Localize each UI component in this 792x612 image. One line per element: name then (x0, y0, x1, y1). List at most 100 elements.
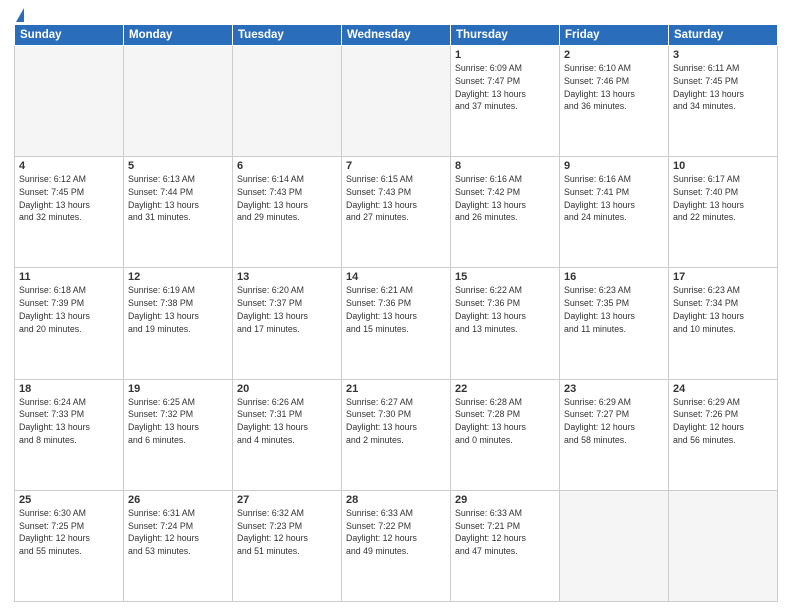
day-number: 13 (237, 271, 337, 283)
calendar-cell (560, 490, 669, 601)
day-info: Sunrise: 6:16 AMSunset: 7:41 PMDaylight:… (564, 173, 664, 224)
calendar-header-saturday: Saturday (669, 25, 778, 46)
day-number: 11 (19, 271, 119, 283)
day-info: Sunrise: 6:17 AMSunset: 7:40 PMDaylight:… (673, 173, 773, 224)
day-info: Sunrise: 6:10 AMSunset: 7:46 PMDaylight:… (564, 62, 664, 113)
calendar-header-sunday: Sunday (15, 25, 124, 46)
day-info: Sunrise: 6:22 AMSunset: 7:36 PMDaylight:… (455, 284, 555, 335)
calendar-table: SundayMondayTuesdayWednesdayThursdayFrid… (14, 24, 778, 602)
calendar-cell: 2Sunrise: 6:10 AMSunset: 7:46 PMDaylight… (560, 46, 669, 157)
day-number: 27 (237, 494, 337, 506)
calendar-cell: 1Sunrise: 6:09 AMSunset: 7:47 PMDaylight… (451, 46, 560, 157)
day-number: 23 (564, 383, 664, 395)
day-number: 5 (128, 160, 228, 172)
calendar-cell: 18Sunrise: 6:24 AMSunset: 7:33 PMDayligh… (15, 379, 124, 490)
day-number: 10 (673, 160, 773, 172)
calendar-header-friday: Friday (560, 25, 669, 46)
calendar-cell (15, 46, 124, 157)
calendar-cell (342, 46, 451, 157)
day-number: 2 (564, 49, 664, 61)
day-number: 20 (237, 383, 337, 395)
day-info: Sunrise: 6:23 AMSunset: 7:35 PMDaylight:… (564, 284, 664, 335)
day-info: Sunrise: 6:32 AMSunset: 7:23 PMDaylight:… (237, 507, 337, 558)
calendar-cell: 15Sunrise: 6:22 AMSunset: 7:36 PMDayligh… (451, 268, 560, 379)
day-number: 9 (564, 160, 664, 172)
day-info: Sunrise: 6:30 AMSunset: 7:25 PMDaylight:… (19, 507, 119, 558)
day-info: Sunrise: 6:25 AMSunset: 7:32 PMDaylight:… (128, 396, 228, 447)
day-info: Sunrise: 6:16 AMSunset: 7:42 PMDaylight:… (455, 173, 555, 224)
day-info: Sunrise: 6:18 AMSunset: 7:39 PMDaylight:… (19, 284, 119, 335)
day-info: Sunrise: 6:20 AMSunset: 7:37 PMDaylight:… (237, 284, 337, 335)
calendar-cell: 27Sunrise: 6:32 AMSunset: 7:23 PMDayligh… (233, 490, 342, 601)
day-number: 22 (455, 383, 555, 395)
calendar-cell: 25Sunrise: 6:30 AMSunset: 7:25 PMDayligh… (15, 490, 124, 601)
day-info: Sunrise: 6:15 AMSunset: 7:43 PMDaylight:… (346, 173, 446, 224)
day-info: Sunrise: 6:29 AMSunset: 7:26 PMDaylight:… (673, 396, 773, 447)
calendar-cell: 9Sunrise: 6:16 AMSunset: 7:41 PMDaylight… (560, 157, 669, 268)
calendar-cell: 12Sunrise: 6:19 AMSunset: 7:38 PMDayligh… (124, 268, 233, 379)
calendar-week-4: 25Sunrise: 6:30 AMSunset: 7:25 PMDayligh… (15, 490, 778, 601)
day-number: 21 (346, 383, 446, 395)
calendar-cell: 26Sunrise: 6:31 AMSunset: 7:24 PMDayligh… (124, 490, 233, 601)
day-number: 24 (673, 383, 773, 395)
calendar-cell: 10Sunrise: 6:17 AMSunset: 7:40 PMDayligh… (669, 157, 778, 268)
calendar-cell: 16Sunrise: 6:23 AMSunset: 7:35 PMDayligh… (560, 268, 669, 379)
calendar-cell: 22Sunrise: 6:28 AMSunset: 7:28 PMDayligh… (451, 379, 560, 490)
calendar-cell (233, 46, 342, 157)
calendar-header-tuesday: Tuesday (233, 25, 342, 46)
calendar-cell (124, 46, 233, 157)
calendar-week-2: 11Sunrise: 6:18 AMSunset: 7:39 PMDayligh… (15, 268, 778, 379)
day-info: Sunrise: 6:28 AMSunset: 7:28 PMDaylight:… (455, 396, 555, 447)
day-info: Sunrise: 6:09 AMSunset: 7:47 PMDaylight:… (455, 62, 555, 113)
calendar-header-row: SundayMondayTuesdayWednesdayThursdayFrid… (15, 25, 778, 46)
calendar-week-1: 4Sunrise: 6:12 AMSunset: 7:45 PMDaylight… (15, 157, 778, 268)
page: SundayMondayTuesdayWednesdayThursdayFrid… (0, 0, 792, 612)
day-info: Sunrise: 6:12 AMSunset: 7:45 PMDaylight:… (19, 173, 119, 224)
day-number: 17 (673, 271, 773, 283)
day-info: Sunrise: 6:23 AMSunset: 7:34 PMDaylight:… (673, 284, 773, 335)
calendar-cell: 8Sunrise: 6:16 AMSunset: 7:42 PMDaylight… (451, 157, 560, 268)
calendar-header-thursday: Thursday (451, 25, 560, 46)
day-info: Sunrise: 6:29 AMSunset: 7:27 PMDaylight:… (564, 396, 664, 447)
day-number: 19 (128, 383, 228, 395)
day-number: 12 (128, 271, 228, 283)
day-info: Sunrise: 6:31 AMSunset: 7:24 PMDaylight:… (128, 507, 228, 558)
calendar-cell: 13Sunrise: 6:20 AMSunset: 7:37 PMDayligh… (233, 268, 342, 379)
calendar-header-monday: Monday (124, 25, 233, 46)
day-info: Sunrise: 6:27 AMSunset: 7:30 PMDaylight:… (346, 396, 446, 447)
logo-triangle-icon (16, 8, 24, 22)
calendar-cell: 4Sunrise: 6:12 AMSunset: 7:45 PMDaylight… (15, 157, 124, 268)
calendar-cell: 21Sunrise: 6:27 AMSunset: 7:30 PMDayligh… (342, 379, 451, 490)
day-number: 28 (346, 494, 446, 506)
calendar-cell: 20Sunrise: 6:26 AMSunset: 7:31 PMDayligh… (233, 379, 342, 490)
day-info: Sunrise: 6:14 AMSunset: 7:43 PMDaylight:… (237, 173, 337, 224)
day-info: Sunrise: 6:33 AMSunset: 7:22 PMDaylight:… (346, 507, 446, 558)
day-number: 18 (19, 383, 119, 395)
calendar-cell: 14Sunrise: 6:21 AMSunset: 7:36 PMDayligh… (342, 268, 451, 379)
day-number: 29 (455, 494, 555, 506)
day-info: Sunrise: 6:24 AMSunset: 7:33 PMDaylight:… (19, 396, 119, 447)
day-info: Sunrise: 6:33 AMSunset: 7:21 PMDaylight:… (455, 507, 555, 558)
day-number: 8 (455, 160, 555, 172)
day-number: 25 (19, 494, 119, 506)
day-number: 14 (346, 271, 446, 283)
header (14, 10, 778, 22)
calendar-cell: 5Sunrise: 6:13 AMSunset: 7:44 PMDaylight… (124, 157, 233, 268)
calendar-cell: 3Sunrise: 6:11 AMSunset: 7:45 PMDaylight… (669, 46, 778, 157)
day-number: 7 (346, 160, 446, 172)
day-number: 1 (455, 49, 555, 61)
day-number: 16 (564, 271, 664, 283)
day-number: 6 (237, 160, 337, 172)
calendar-week-0: 1Sunrise: 6:09 AMSunset: 7:47 PMDaylight… (15, 46, 778, 157)
calendar-cell: 29Sunrise: 6:33 AMSunset: 7:21 PMDayligh… (451, 490, 560, 601)
day-number: 4 (19, 160, 119, 172)
calendar-header-wednesday: Wednesday (342, 25, 451, 46)
calendar-cell: 19Sunrise: 6:25 AMSunset: 7:32 PMDayligh… (124, 379, 233, 490)
calendar-cell: 28Sunrise: 6:33 AMSunset: 7:22 PMDayligh… (342, 490, 451, 601)
calendar-cell (669, 490, 778, 601)
day-number: 3 (673, 49, 773, 61)
day-info: Sunrise: 6:26 AMSunset: 7:31 PMDaylight:… (237, 396, 337, 447)
day-info: Sunrise: 6:19 AMSunset: 7:38 PMDaylight:… (128, 284, 228, 335)
logo (14, 10, 24, 22)
calendar-cell: 17Sunrise: 6:23 AMSunset: 7:34 PMDayligh… (669, 268, 778, 379)
